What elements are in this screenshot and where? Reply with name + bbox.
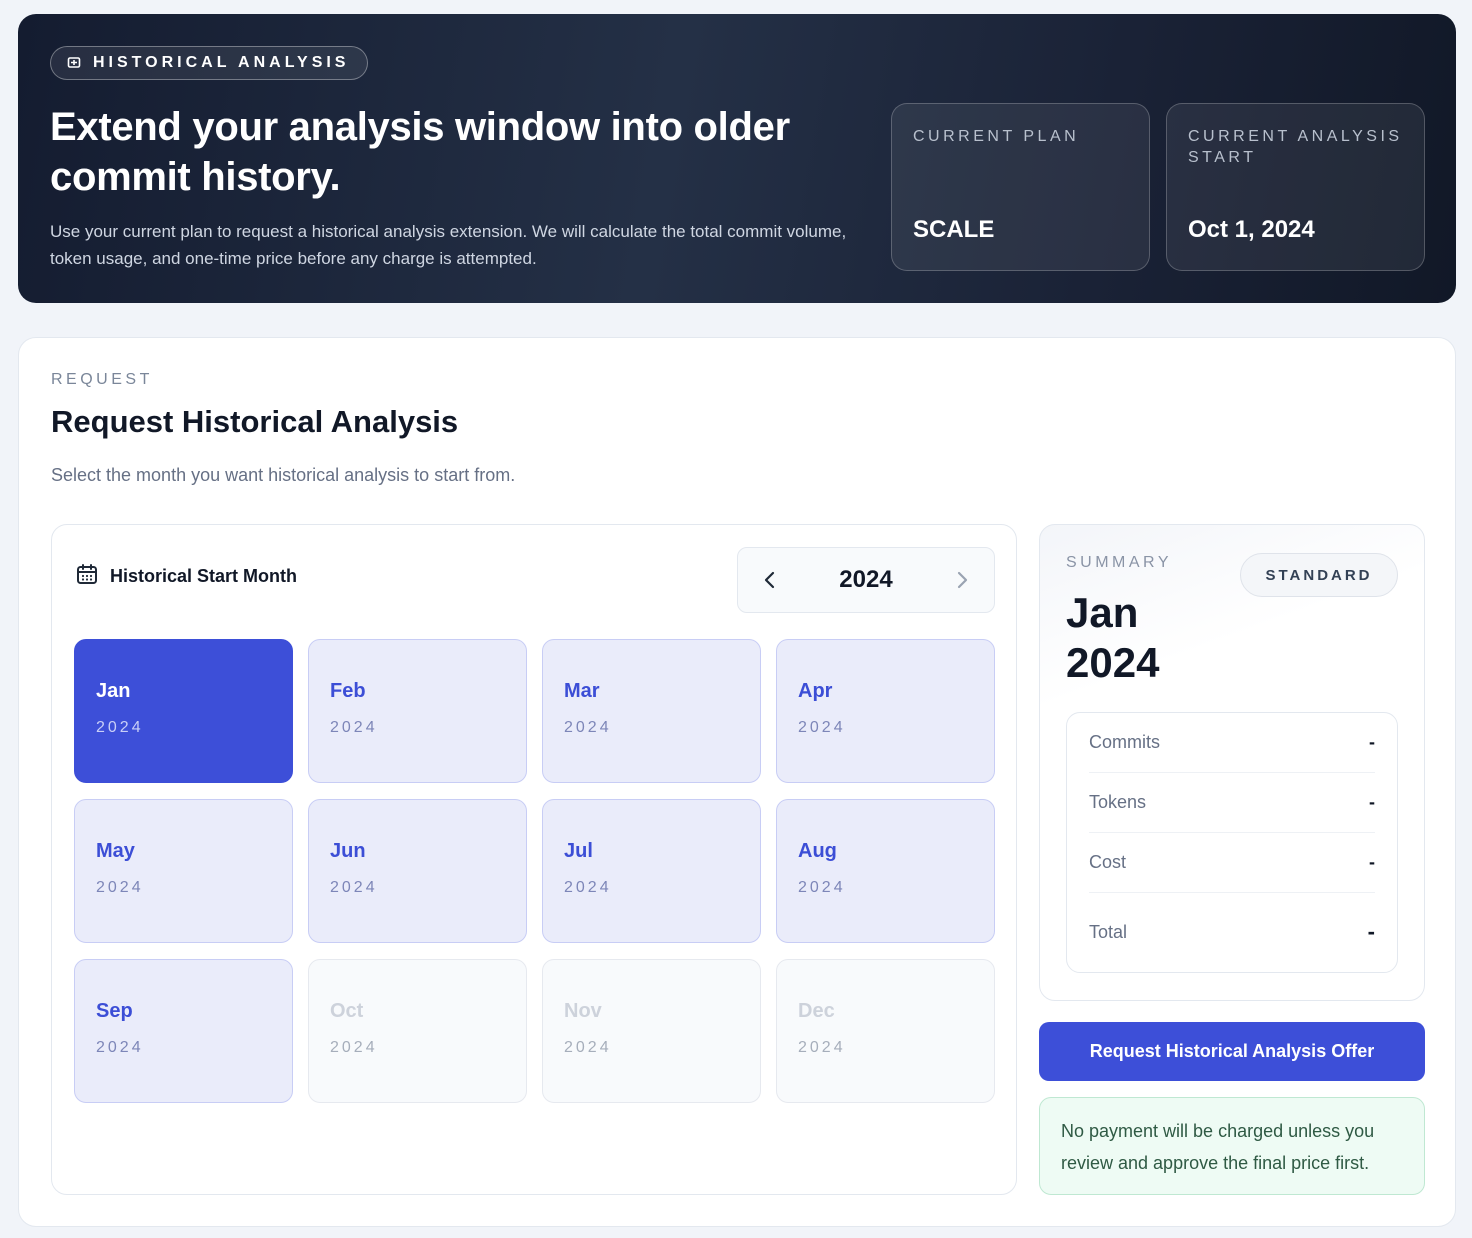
metric-label: Commits [1089, 732, 1160, 752]
hero-title: Extend your analysis window into older c… [50, 105, 790, 199]
previous-year-button[interactable] [758, 568, 782, 592]
metric-row-total: Total - [1089, 893, 1375, 971]
request-offer-button[interactable]: Request Historical Analysis Offer [1039, 1022, 1425, 1081]
year-navigator: 2024 [737, 547, 995, 613]
hero-description: Use your current plan to request a histo… [50, 222, 847, 268]
stat-value: Oct 1, 2024 [1188, 216, 1315, 243]
month-name: Jul [564, 840, 593, 862]
section-title: Request Historical Analysis [51, 404, 459, 439]
month-year: 2024 [798, 719, 846, 736]
calendar-icon [76, 563, 98, 590]
month-option-may[interactable]: May 2024 [74, 799, 293, 943]
month-option-jul[interactable]: Jul 2024 [542, 799, 761, 943]
month-picker-panel: Historical Start Month 2024 Jan 2024 Feb 20… [51, 524, 1017, 1195]
stat-value: SCALE [913, 216, 995, 243]
month-option-jan[interactable]: Jan 2024 [74, 639, 293, 783]
year-label: 2024 [839, 566, 893, 593]
month-option-mar[interactable]: Mar 2024 [542, 639, 761, 783]
payment-note: No payment will be charged unless you re… [1039, 1097, 1425, 1195]
month-option-jun[interactable]: Jun 2024 [308, 799, 527, 943]
summary-panel: SUMMARY Jan 2024 STANDARD Commits - Toke… [1039, 524, 1425, 1001]
month-name: Dec [798, 1000, 835, 1022]
pill-label: HISTORICAL ANALYSIS [93, 54, 350, 71]
month-name: Mar [564, 680, 600, 702]
request-card: REQUEST Request Historical Analysis Sele… [18, 337, 1456, 1227]
summary-metrics: Commits - Tokens - Cost - Total - [1066, 712, 1398, 973]
month-name: Jun [330, 840, 366, 862]
summary-selected-month: Jan 2024 [1066, 588, 1159, 688]
month-name: Feb [330, 680, 366, 702]
next-year-button[interactable] [950, 568, 974, 592]
metric-value: - [1369, 732, 1375, 752]
month-year: 2024 [330, 719, 378, 736]
metric-value: - [1367, 919, 1375, 944]
month-option-feb[interactable]: Feb 2024 [308, 639, 527, 783]
chevron-left-icon [764, 571, 775, 589]
month-option-dec: Dec 2024 [776, 959, 995, 1103]
month-grid: Jan 2024 Feb 2024 Mar 2024 Apr 2024 May 2024 Jun 20… [74, 639, 995, 1103]
month-name: May [96, 840, 135, 862]
summary-month-name: Jan [1066, 589, 1139, 636]
stat-label: CURRENT ANALYSIS START [1188, 128, 1403, 166]
month-year: 2024 [96, 719, 144, 736]
metric-label: Cost [1089, 852, 1127, 872]
metric-label: Total [1089, 921, 1128, 942]
summary-month-year: 2024 [1066, 639, 1160, 686]
metric-row-cost: Cost - [1089, 833, 1375, 893]
stat-card-analysis-start: CURRENT ANALYSIS START Oct 1, 2024 [1166, 103, 1425, 271]
month-year: 2024 [564, 719, 612, 736]
month-option-oct: Oct 2024 [308, 959, 527, 1103]
month-option-aug[interactable]: Aug 2024 [776, 799, 995, 943]
section-description: Select the month you want historical ana… [51, 465, 516, 485]
history-icon [67, 56, 81, 70]
picker-heading-label: Historical Start Month [110, 566, 298, 586]
month-name: Sep [96, 1000, 133, 1022]
month-option-nov: Nov 2024 [542, 959, 761, 1103]
month-name: Nov [564, 1000, 602, 1022]
metric-value: - [1369, 852, 1375, 872]
month-name: Aug [798, 840, 837, 862]
stat-card-current-plan: CURRENT PLAN SCALE [891, 103, 1150, 271]
month-year: 2024 [96, 1039, 144, 1056]
metric-row-commits: Commits - [1089, 713, 1375, 773]
month-option-sep[interactable]: Sep 2024 [74, 959, 293, 1103]
summary-label: SUMMARY [1066, 554, 1172, 571]
month-year: 2024 [564, 879, 612, 896]
month-year: 2024 [330, 879, 378, 896]
month-year: 2024 [798, 1039, 846, 1056]
metric-row-tokens: Tokens - [1089, 773, 1375, 833]
month-name: Jan [96, 680, 131, 702]
month-name: Apr [798, 680, 833, 702]
plan-tier-badge: STANDARD [1240, 553, 1398, 597]
chevron-right-icon [957, 571, 968, 589]
month-year: 2024 [564, 1039, 612, 1056]
hero-banner: HISTORICAL ANALYSIS Extend your analysis… [18, 14, 1456, 303]
month-year: 2024 [96, 879, 144, 896]
section-pill: HISTORICAL ANALYSIS [50, 46, 369, 80]
metric-value: - [1369, 792, 1375, 812]
month-name: Oct [330, 1000, 364, 1022]
metric-label: Tokens [1089, 792, 1147, 812]
stat-label: CURRENT PLAN [913, 128, 1080, 145]
month-option-apr[interactable]: Apr 2024 [776, 639, 995, 783]
picker-heading: Historical Start Month [76, 563, 297, 590]
section-eyebrow: REQUEST [51, 371, 153, 388]
month-year: 2024 [330, 1039, 378, 1056]
month-year: 2024 [798, 879, 846, 896]
